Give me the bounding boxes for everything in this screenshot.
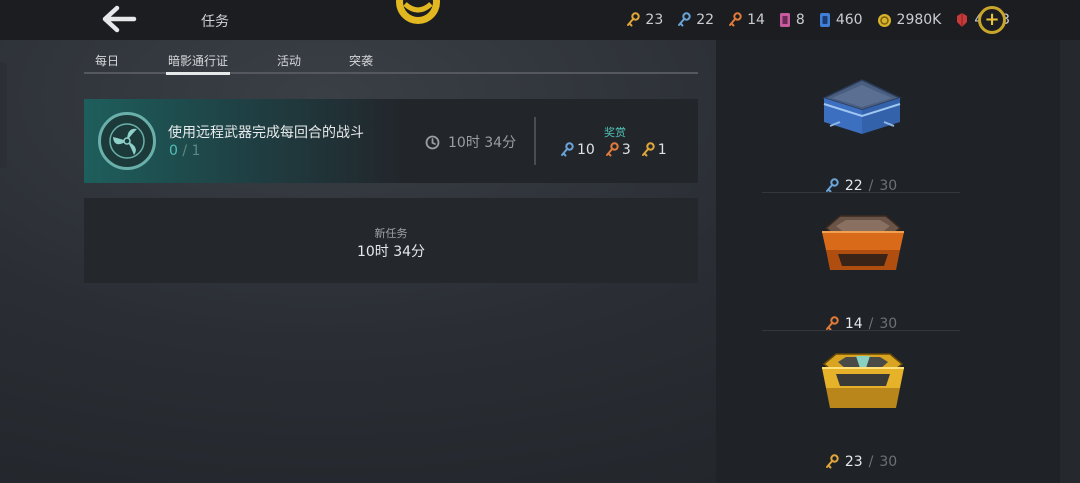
game-logo-icon <box>396 0 440 24</box>
currency-gold-coin[interactable]: 2980K <box>877 12 942 28</box>
blue-card-icon <box>819 13 830 27</box>
task-progress: 0 / 1 <box>169 143 200 159</box>
currency-value: 22 <box>696 12 715 28</box>
tab-daily[interactable]: 每日 <box>95 52 119 69</box>
currency-blue-card[interactable]: 460 <box>819 12 863 28</box>
blue-key-icon <box>678 12 691 27</box>
progress-separator: / <box>182 143 188 159</box>
task-emblem-icon <box>98 112 156 170</box>
gold-key-icon <box>825 454 839 469</box>
gold-key-icon <box>641 142 655 157</box>
currency-blue-key[interactable]: 22 <box>677 12 714 28</box>
new-task-card: 新任务 10时 34分 <box>84 198 698 283</box>
currency-bar: 23 22 14 8 460 2980K 4353 <box>626 0 1010 40</box>
currency-pink-ticket[interactable]: 8 <box>779 12 805 28</box>
orange-key-icon <box>605 142 619 157</box>
chest-blue[interactable]: 22 / 30 <box>762 68 960 206</box>
currency-value: 460 <box>835 12 863 28</box>
tab-raid[interactable]: 突袭 <box>349 52 373 69</box>
back-arrow-icon <box>102 5 137 33</box>
gold-chest-icon <box>822 353 904 408</box>
clock-icon <box>425 135 440 149</box>
keys-total: 30 <box>879 454 898 470</box>
pink-ticket-icon <box>779 13 790 27</box>
orange-chest-icon <box>822 215 904 270</box>
currency-gold-key[interactable]: 23 <box>626 12 663 28</box>
orange-key-icon <box>729 12 742 27</box>
timer-text: 10时 34分 <box>448 135 517 151</box>
currency-value: 14 <box>747 12 765 28</box>
progress-max: 1 <box>191 143 201 159</box>
reward-value: 10 <box>577 142 595 158</box>
tab-events[interactable]: 活动 <box>277 52 301 69</box>
keys-separator: / <box>868 454 874 470</box>
red-gem-icon <box>957 13 968 27</box>
new-task-timer: 10时 34分 <box>356 244 426 260</box>
chest-panel: 22 / 30 14 / 30 23 / 30 <box>716 40 1060 483</box>
currency-value: 2980K <box>896 12 942 28</box>
tab-bar: 每日 暗影通行证 活动 突袭 <box>84 40 698 75</box>
reward-orange-key: 3 <box>605 142 631 158</box>
divider <box>534 117 536 165</box>
task-description: 使用远程武器完成每回合的战斗 <box>168 125 364 141</box>
edge-handle[interactable] <box>0 62 7 168</box>
currency-value: 23 <box>645 12 664 28</box>
scroll-strip <box>1060 40 1080 483</box>
currency-value: 8 <box>795 12 805 28</box>
chest-gold[interactable]: 23 / 30 <box>762 344 960 482</box>
reward-gold-key: 1 <box>641 142 667 158</box>
new-task-label: 新任务 <box>374 227 408 240</box>
page-title: 任务 <box>201 14 229 30</box>
top-bar: 任务 23 22 14 8 460 2980K + <box>0 0 1080 40</box>
task-card[interactable]: 使用远程武器完成每回合的战斗 0 / 1 10时 34分 奖赏 10 3 1 <box>84 99 698 183</box>
task-timer: 10时 34分 <box>425 132 516 152</box>
back-button[interactable] <box>100 4 140 34</box>
chest-orange[interactable]: 14 / 30 <box>762 206 960 344</box>
divider <box>762 192 960 193</box>
chest-key-count: 23 / 30 <box>762 454 960 470</box>
reward-blue-key: 10 <box>560 142 595 158</box>
reward-list: 10 3 1 <box>560 142 667 158</box>
progress-current: 0 <box>169 143 178 159</box>
reward-value: 3 <box>621 142 631 158</box>
keys-have: 23 <box>844 454 863 470</box>
divider <box>762 330 960 331</box>
add-currency-button[interactable]: + <box>978 6 1006 34</box>
gold-key-icon <box>627 12 641 27</box>
currency-orange-key[interactable]: 14 <box>728 12 765 28</box>
gold-coin-icon <box>877 13 891 27</box>
reward-value: 1 <box>657 142 667 158</box>
plus-icon: + <box>984 9 1000 30</box>
blue-chest-icon <box>821 79 903 134</box>
tab-shadow-pass[interactable]: 暗影通行证 <box>165 52 231 75</box>
reward-label: 奖赏 <box>604 126 626 139</box>
blue-key-icon <box>561 142 574 157</box>
